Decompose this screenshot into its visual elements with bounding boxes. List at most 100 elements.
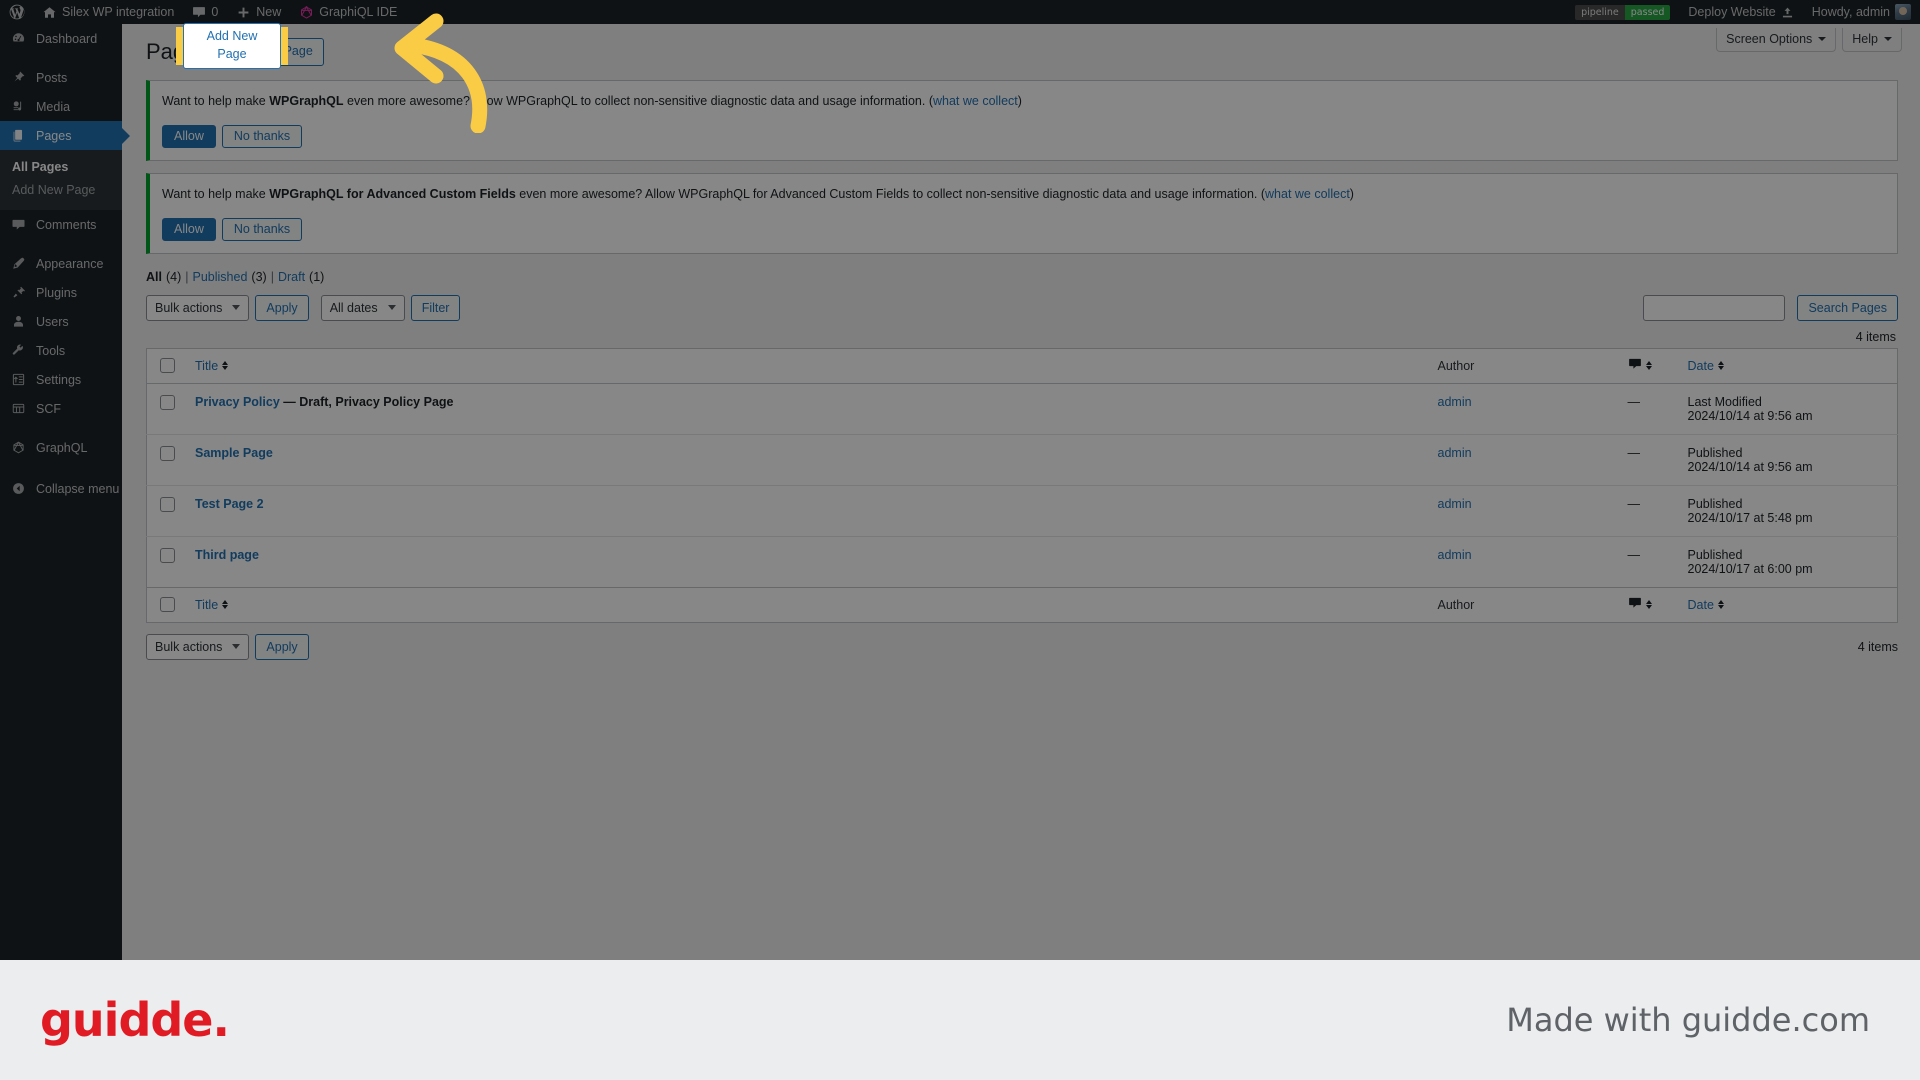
tools-wrench-icon [10, 343, 27, 358]
select-all-checkbox[interactable] [160, 358, 175, 373]
author-link[interactable]: admin [1438, 497, 1472, 511]
add-new-page-button-highlighted[interactable]: Add New Page [183, 23, 281, 69]
items-count-top: 4 items [1855, 329, 1896, 344]
sort-indicator-icon [222, 600, 229, 609]
allow-button[interactable]: Allow [162, 217, 216, 241]
page-title-link[interactable]: Privacy Policy [195, 395, 280, 409]
no-thanks-button[interactable]: No thanks [221, 217, 303, 241]
column-footer-author: Author [1427, 586, 1618, 622]
sidebar-item-appearance[interactable]: Appearance [0, 249, 122, 278]
tablenav-bottom: Bulk actions Apply 4 items [146, 632, 1898, 662]
sidebar-item-label: Posts [36, 70, 68, 85]
sort-by-date[interactable]: Date [1688, 359, 1724, 373]
sidebar-item-media[interactable]: Media [0, 92, 122, 121]
select-all-checkbox-bottom[interactable] [160, 597, 175, 612]
submenu-item-label: All Pages [12, 160, 69, 174]
sidebar-item-posts[interactable]: Posts [0, 63, 122, 92]
search-pages-button[interactable]: Search Pages [1797, 294, 1898, 321]
comments-icon [10, 217, 27, 232]
sort-by-comments[interactable] [1628, 358, 1652, 374]
admin-sidebar: Dashboard Posts Media Pages All Pages Ad… [0, 24, 122, 960]
table-head: Title Author Date [146, 348, 1898, 384]
row-checkbox[interactable] [160, 547, 175, 563]
guidde-footer: guidde. Made with guidde.com [0, 960, 1920, 1080]
sidebar-item-graphql[interactable]: GraphQL [0, 433, 122, 462]
notice-text-end: ) [1349, 186, 1354, 201]
dashboard-icon [10, 31, 27, 46]
search-input[interactable] [1643, 294, 1786, 321]
status-link-draft[interactable]: Draft [278, 270, 305, 284]
apply-bulk-action-button[interactable]: Apply [255, 294, 309, 321]
help-button[interactable]: Help [1842, 28, 1902, 52]
bulk-actions-select-bottom[interactable]: Bulk actions [146, 633, 250, 660]
row-title-cell: Third page [185, 536, 1428, 587]
appearance-brush-icon [10, 256, 27, 271]
filter-button[interactable]: Filter [410, 294, 461, 321]
date-value: 2024/10/17 at 5:48 pm [1687, 510, 1813, 525]
table-foot: Title Author Date [146, 586, 1898, 622]
search-area: Search Pages [1643, 294, 1898, 321]
sidebar-item-label: Pages [36, 128, 72, 143]
sort-by-comments-bottom[interactable] [1628, 597, 1652, 613]
what-we-collect-link[interactable]: what we collect [1265, 187, 1350, 201]
highlighted-target[interactable]: Add New Page [183, 23, 281, 69]
status-link-published[interactable]: Published [193, 270, 248, 284]
apply-bulk-action-button-bottom[interactable]: Apply [255, 633, 309, 660]
row-checkbox[interactable] [160, 394, 175, 410]
submenu-item-all-pages[interactable]: All Pages [0, 156, 122, 179]
column-label: Date [1687, 597, 1714, 612]
sidebar-item-settings[interactable]: Settings [0, 365, 122, 394]
row-checkbox[interactable] [160, 496, 175, 512]
sidebar-item-scf[interactable]: SCF [0, 394, 122, 423]
new-content-menu[interactable]: New [227, 0, 290, 24]
site-name-menu[interactable]: Silex WP integration [33, 0, 183, 24]
collapse-arrow-icon [10, 481, 27, 496]
sidebar-item-dashboard[interactable]: Dashboard [0, 24, 122, 53]
comments-bubble-menu[interactable]: 0 [183, 0, 227, 24]
screen-options-button[interactable]: Screen Options [1716, 28, 1837, 52]
howdy-user-menu[interactable]: Howdy, admin [1803, 0, 1920, 24]
sidebar-item-plugins[interactable]: Plugins [0, 278, 122, 307]
author-link[interactable]: admin [1438, 548, 1472, 562]
pipeline-status-badge[interactable]: pipeline passed [1566, 0, 1679, 24]
sort-by-title[interactable]: Title [195, 359, 229, 373]
sidebar-item-label: Comments [36, 217, 97, 232]
sidebar-item-tools[interactable]: Tools [0, 336, 122, 365]
table-row: Privacy Policy — Draft, Privacy Policy P… [146, 383, 1898, 435]
column-footer-title: Title [185, 586, 1428, 622]
author-link[interactable]: admin [1438, 395, 1472, 409]
submenu-item-add-new-page[interactable]: Add New Page [0, 179, 122, 202]
date-status: Published [1687, 445, 1743, 460]
wordpress-logo-icon[interactable] [0, 0, 33, 24]
sort-by-date-bottom[interactable]: Date [1688, 598, 1724, 612]
sidebar-item-comments[interactable]: Comments [0, 210, 122, 239]
notice-text: Want to help make WPGraphQL for Advanced… [162, 185, 1885, 204]
row-comments-cell: — [1617, 383, 1678, 435]
comment-bubble-icon [1628, 597, 1642, 613]
collapse-menu-button[interactable]: Collapse menu [0, 474, 122, 503]
sidebar-item-label: Dashboard [36, 31, 98, 46]
sort-by-title-bottom[interactable]: Title [195, 598, 229, 612]
row-title-cell: Sample Page [185, 434, 1428, 486]
row-select-cell [146, 434, 185, 486]
deploy-website-menu[interactable]: Deploy Website [1679, 0, 1802, 24]
sidebar-item-pages[interactable]: Pages [0, 121, 122, 150]
allow-button[interactable]: Allow [162, 124, 216, 148]
row-comments-cell: — [1617, 485, 1678, 537]
sidebar-item-users[interactable]: Users [0, 307, 122, 336]
pages-icon [10, 128, 27, 143]
page-title-link[interactable]: Test Page 2 [195, 497, 264, 511]
bulk-actions-select[interactable]: Bulk actions [146, 294, 250, 321]
page-title-link[interactable]: Third page [195, 548, 259, 562]
date-status: Published [1687, 547, 1743, 562]
what-we-collect-link[interactable]: what we collect [933, 94, 1018, 108]
status-link-all[interactable]: All [146, 270, 162, 284]
author-link[interactable]: admin [1438, 446, 1472, 460]
row-title-cell: Privacy Policy — Draft, Privacy Policy P… [185, 383, 1428, 435]
date-filter-select[interactable]: All dates [320, 294, 405, 321]
page-title-link[interactable]: Sample Page [195, 446, 273, 460]
status-count-all: (4) [165, 269, 182, 284]
row-checkbox[interactable] [160, 445, 175, 461]
row-comments-cell: — [1617, 434, 1678, 486]
table-body: Privacy Policy — Draft, Privacy Policy P… [146, 383, 1898, 587]
